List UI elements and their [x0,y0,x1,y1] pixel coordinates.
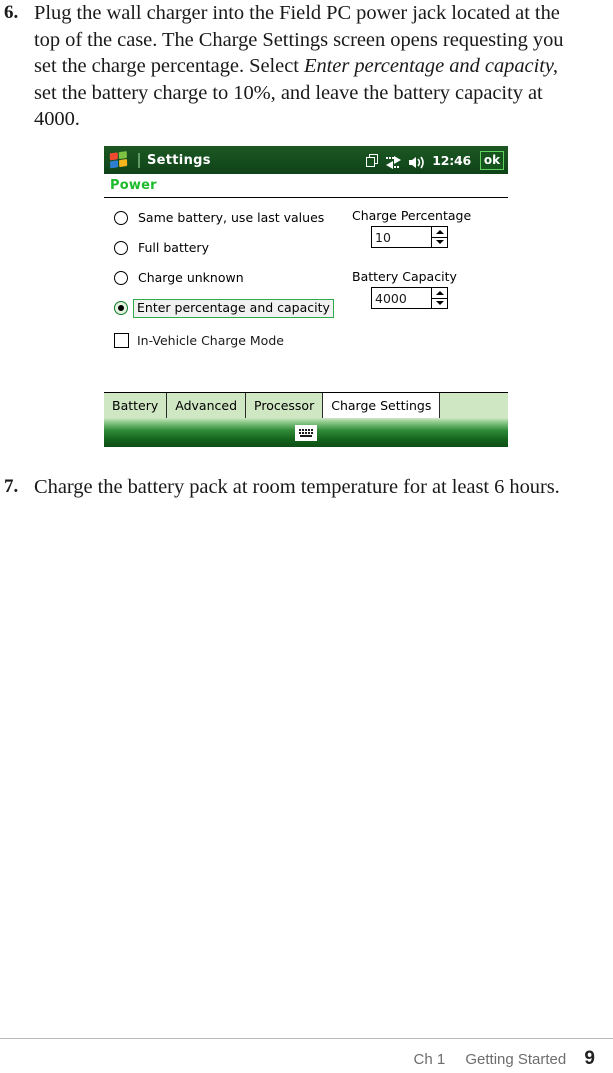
step-text: Plug the wall charger into the Field PC … [34,2,564,130]
radio-icon[interactable] [114,241,128,255]
device-screenshot-figure: Settings 12:46 ok Power Same battery, us… [104,146,508,447]
page-footer: Ch 1 Getting Started 9 [0,1048,595,1070]
charge-percentage-stepper[interactable]: 10 [371,226,502,248]
battery-capacity-label: Battery Capacity [352,269,457,284]
spin-down-button[interactable] [432,299,447,309]
radio-row-charge-unknown[interactable]: Charge unknown [114,267,354,289]
volume-icon[interactable] [409,154,425,168]
charge-percentage-spinner[interactable] [431,226,448,248]
radio-label: Charge unknown [138,269,244,285]
ok-button[interactable]: ok [480,150,504,170]
windows-flag-logo [109,150,131,170]
battery-capacity-input[interactable]: 4000 [371,287,431,309]
keyboard-icon[interactable] [295,425,317,441]
status-tray: 12:46 ok [366,150,508,170]
charge-source-options: Same battery, use last values Full batte… [114,207,354,348]
checkbox-icon[interactable] [114,333,129,348]
tab-charge-settings[interactable]: Charge Settings [323,393,441,418]
step-number: 7. [4,476,19,497]
tab-processor[interactable]: Processor [246,393,324,418]
clock-label: 12:46 [432,152,471,168]
step-number: 6. [4,2,19,23]
settings-page-header: Power [104,174,508,198]
step-text: Charge the battery pack at room temperat… [34,476,560,498]
footer-divider [0,1038,613,1039]
tab-advanced[interactable]: Advanced [167,393,247,418]
field-spacer [352,248,502,269]
spin-down-button[interactable] [432,238,447,248]
charge-percentage-input[interactable]: 10 [371,226,431,248]
charge-percentage-label: Charge Percentage [352,208,472,223]
radio-row-enter-percentage-and-capacity[interactable]: Enter percentage and capacity [114,297,354,319]
title-separator [138,152,140,168]
radio-row-full-battery[interactable]: Full battery [114,237,354,259]
radio-label: Full battery [138,239,209,255]
tab-bar-filler [440,393,508,418]
battery-capacity-stepper[interactable]: 4000 [371,287,502,309]
connectivity-icon[interactable] [386,154,402,169]
spin-up-button[interactable] [432,288,447,299]
page-title: Power [110,178,157,193]
settings-tab-bar: Battery Advanced Processor Charge Settin… [104,392,508,418]
radio-label: Same battery, use last values [138,209,325,225]
checkbox-label: In-Vehicle Charge Mode [137,333,284,348]
pda-title-label: Settings [147,152,211,168]
settings-content: Same battery, use last values Full batte… [104,198,508,392]
radio-label: Enter percentage and capacity [133,298,334,318]
tab-battery[interactable]: Battery [104,393,168,418]
radio-icon-selected[interactable] [114,301,128,315]
radio-icon[interactable] [114,211,128,225]
radio-row-same-battery[interactable]: Same battery, use last values [114,207,354,229]
footer-section: Getting Started [465,1051,567,1068]
pda-taskbar [104,418,508,447]
footer-chapter: Ch 1 [413,1051,446,1068]
footer-page-number: 9 [584,1048,595,1069]
instruction-step-7: 7. Charge the battery pack at room tempe… [0,474,579,501]
windows-stack-icon[interactable] [366,153,379,167]
charge-value-fields: Charge Percentage 10 Battery Capacity 40… [352,208,502,309]
battery-capacity-spinner[interactable] [431,287,448,309]
in-vehicle-charge-mode-row[interactable]: In-Vehicle Charge Mode [114,333,354,348]
instruction-step-6: 6. Plug the wall charger into the Field … [0,0,582,133]
spin-up-button[interactable] [432,227,447,238]
radio-icon[interactable] [114,271,128,285]
pda-title-bar: Settings 12:46 ok [104,146,508,174]
